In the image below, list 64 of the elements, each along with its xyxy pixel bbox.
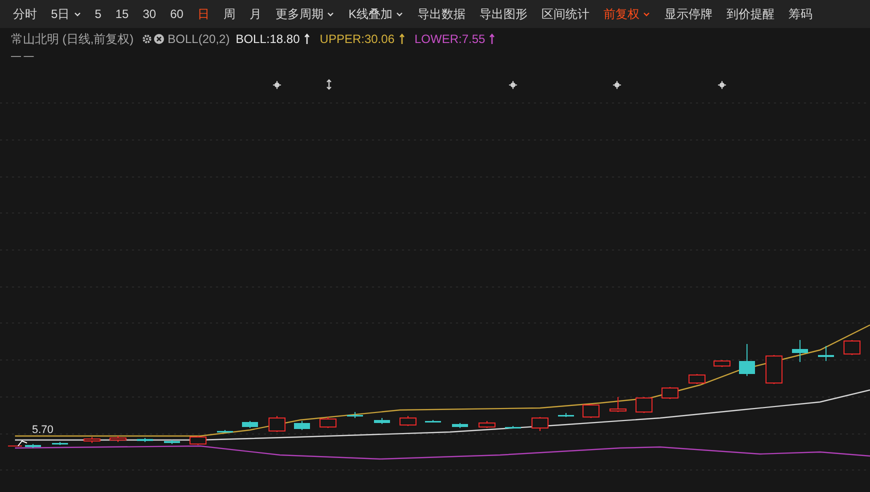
toolbar-tab[interactable]: K线叠加 <box>341 5 410 23</box>
toolbar-tab[interactable]: 15 <box>108 5 136 23</box>
toolbar-tab[interactable]: 导出数据 <box>410 5 472 23</box>
toolbar-tab[interactable]: 更多周期 <box>268 5 342 23</box>
toolbar-tab[interactable]: 周 <box>216 5 242 23</box>
candlestick <box>347 412 363 418</box>
candlestick <box>844 340 860 356</box>
toolbar-tab[interactable]: 月 <box>242 5 268 23</box>
candlestick <box>636 396 652 414</box>
event-marker-icon[interactable] <box>272 80 282 90</box>
candlestick <box>400 416 416 426</box>
candlestick <box>268 416 286 432</box>
candlestick <box>242 420 258 428</box>
candlestick <box>374 418 390 424</box>
arrow-up-icon <box>304 33 310 45</box>
candlestick <box>294 420 310 430</box>
settings-icon[interactable] <box>142 34 152 44</box>
toolbar-tab[interactable]: 5 <box>88 5 108 23</box>
candlestick <box>662 386 678 400</box>
indicator-value: BOLL:18.80 <box>236 31 300 48</box>
arrow-up-icon <box>489 33 496 45</box>
candlestick <box>52 442 68 446</box>
toolbar-tab[interactable]: 显示停牌 <box>657 5 720 23</box>
arrow-up-icon <box>398 33 404 45</box>
low-price-label: 5.70 <box>32 425 54 436</box>
toolbar-tab[interactable]: 5日 <box>44 5 88 23</box>
candlestick <box>190 436 206 446</box>
indicator-value: UPPER:30.06 <box>320 31 394 48</box>
stock-title: 常山北明 (日线,前复权) <box>11 31 134 48</box>
legend-text: — — <box>11 51 34 62</box>
candlestick <box>505 426 521 428</box>
candlestick <box>818 346 834 362</box>
candlestick <box>582 404 600 418</box>
event-marker-icon[interactable] <box>508 80 518 90</box>
candlestick <box>425 420 441 422</box>
candlestick <box>766 354 782 384</box>
candlestick <box>792 340 808 362</box>
toolbar-tab[interactable]: 60 <box>163 5 190 23</box>
candlestick <box>217 430 233 432</box>
toolbar-tab[interactable]: 到价提醒 <box>719 5 782 23</box>
event-marker-icon[interactable] <box>718 80 726 90</box>
toolbar-tab[interactable]: 导出图形 <box>472 5 534 23</box>
event-marker-icon[interactable] <box>326 79 332 90</box>
indicator-value: LOWER:7.55 <box>414 31 486 48</box>
toolbar-tab[interactable]: 分时 <box>6 5 44 23</box>
candlestick <box>610 396 626 412</box>
indicator-name: BOLL(20,2) <box>168 31 230 48</box>
candlestick <box>714 360 730 368</box>
candlestick <box>558 412 574 418</box>
toolbar-tab[interactable]: 30 <box>136 5 164 23</box>
candlestick <box>452 422 468 428</box>
candlestick <box>478 420 496 428</box>
event-marker-icon[interactable] <box>612 80 622 90</box>
candlestick <box>320 416 336 428</box>
close-icon[interactable] <box>154 34 164 44</box>
candlestick <box>532 416 548 432</box>
candlestick <box>739 344 755 376</box>
toolbar-tab[interactable]: 筹码 <box>781 5 820 23</box>
toolbar-tab[interactable]: 日 <box>190 5 216 23</box>
candlestick <box>25 444 41 448</box>
low-pointer-icon <box>18 440 28 446</box>
toolbar-tab[interactable]: 区间统计 <box>534 5 596 23</box>
toolbar-tab[interactable]: 前复权 <box>596 5 658 23</box>
candlestick <box>688 374 706 384</box>
